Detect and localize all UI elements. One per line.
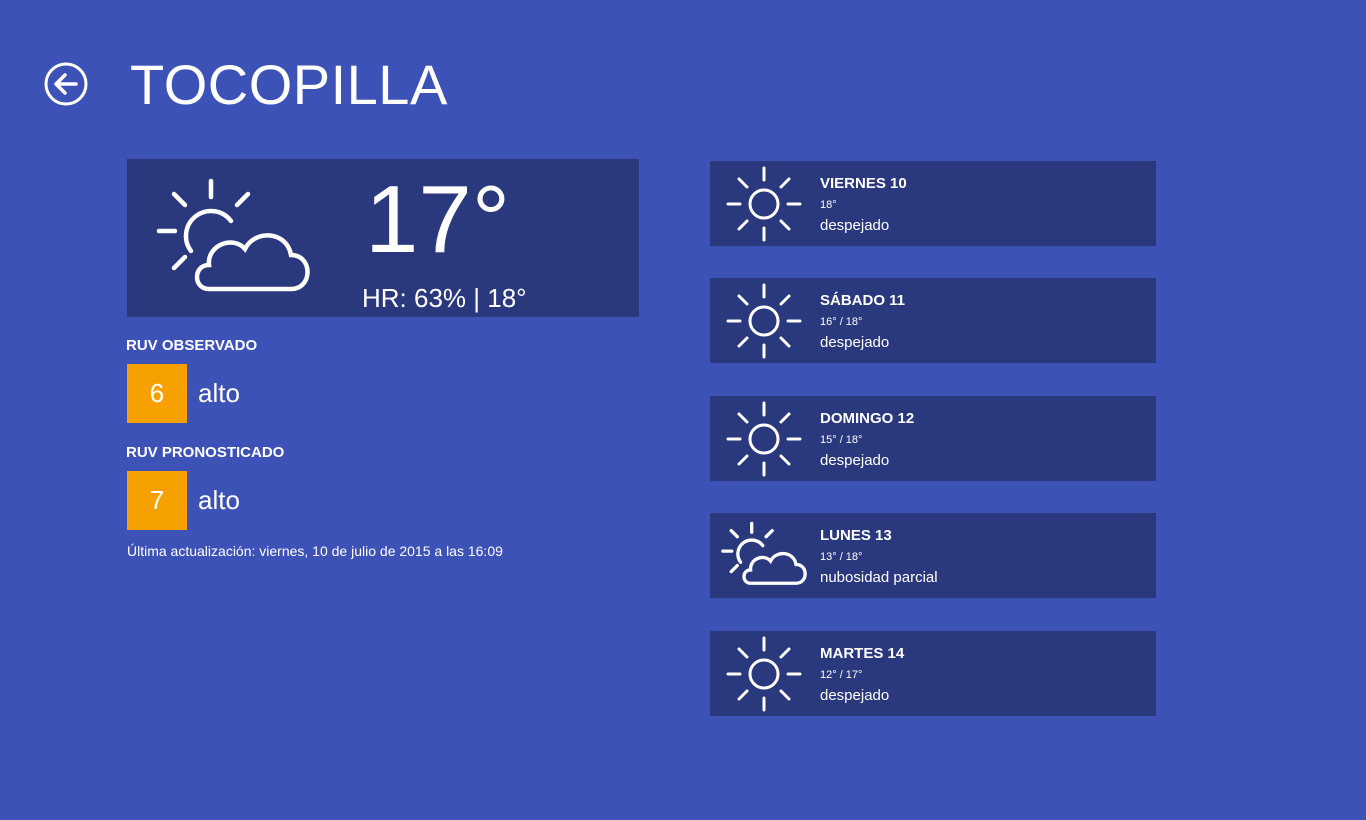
uv-observed-label: RUV OBSERVADO bbox=[126, 337, 258, 354]
last-update-text: Última actualización: viernes, 10 de jul… bbox=[127, 543, 503, 559]
forecast-range: 16° / 18° bbox=[820, 316, 863, 328]
forecast-day-card[interactable]: DOMINGO 12 15° / 18° despejado bbox=[710, 396, 1156, 481]
forecast-day-card[interactable]: LUNES 13 13° / 18° nubosidad parcial bbox=[710, 513, 1156, 598]
forecast-range: 18° bbox=[820, 199, 837, 211]
uv-observed-value: 6 bbox=[127, 364, 187, 423]
current-temperature: 17° bbox=[365, 166, 511, 273]
sun-icon bbox=[724, 399, 804, 484]
forecast-range: 13° / 18° bbox=[820, 551, 863, 563]
back-arrow-icon bbox=[44, 62, 88, 106]
uv-forecast-value: 7 bbox=[127, 471, 187, 530]
forecast-description: nubosidad parcial bbox=[820, 569, 938, 586]
current-conditions-card: 17° HR: 63% | 18° bbox=[127, 159, 639, 317]
forecast-day: VIERNES 10 bbox=[820, 175, 907, 192]
forecast-description: despejado bbox=[820, 217, 890, 234]
forecast-range: 12° / 17° bbox=[820, 669, 863, 681]
forecast-day-card[interactable]: SÁBADO 11 16° / 18° despejado bbox=[710, 278, 1156, 363]
back-button[interactable] bbox=[44, 62, 88, 106]
sun-icon bbox=[724, 634, 804, 719]
forecast-day: LUNES 13 bbox=[820, 527, 892, 544]
page-title: TOCOPILLA bbox=[130, 53, 448, 116]
forecast-description: despejado bbox=[820, 334, 890, 351]
partly-cloudy-icon bbox=[720, 519, 810, 596]
uv-forecast-label: RUV PRONOSTICADO bbox=[126, 444, 285, 461]
uv-observed-level: alto bbox=[198, 378, 240, 408]
forecast-range: 15° / 18° bbox=[820, 434, 863, 446]
partly-cloudy-icon bbox=[155, 173, 315, 308]
forecast-day-card[interactable]: VIERNES 10 18° despejado bbox=[710, 161, 1156, 246]
forecast-description: despejado bbox=[820, 687, 890, 704]
humidity-line: HR: 63% | 18° bbox=[362, 283, 527, 313]
uv-forecast-level: alto bbox=[198, 485, 240, 515]
forecast-description: despejado bbox=[820, 452, 890, 469]
forecast-day: DOMINGO 12 bbox=[820, 410, 915, 427]
sun-icon bbox=[724, 164, 804, 249]
forecast-day: MARTES 14 bbox=[820, 645, 905, 662]
sun-icon bbox=[724, 281, 804, 366]
forecast-day-card[interactable]: MARTES 14 12° / 17° despejado bbox=[710, 631, 1156, 716]
forecast-day: SÁBADO 11 bbox=[820, 292, 906, 309]
